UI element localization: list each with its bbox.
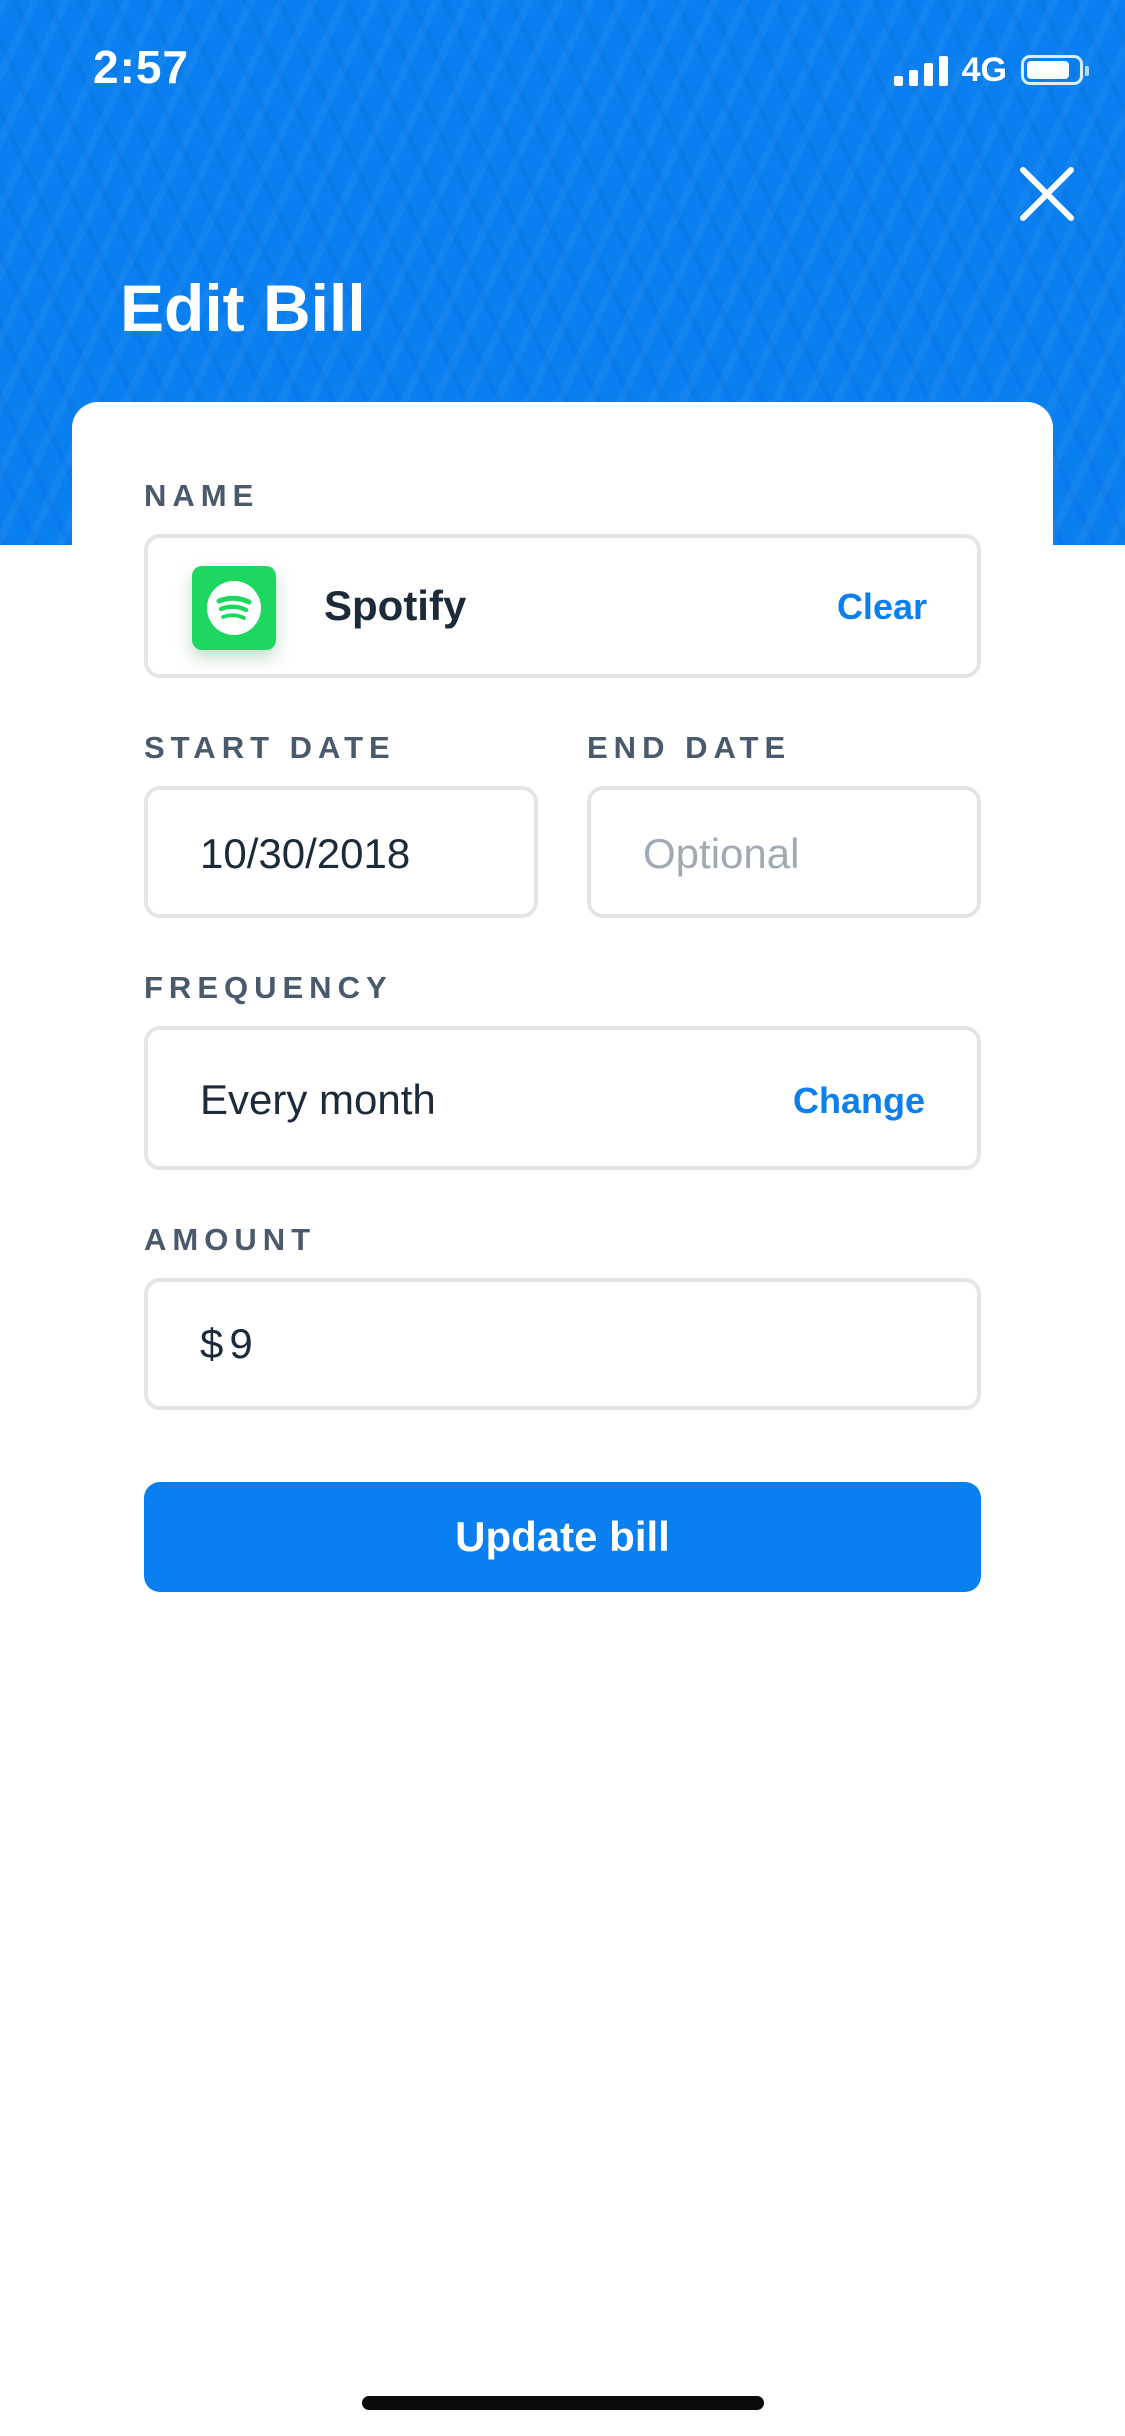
clear-button[interactable]: Clear [837, 586, 927, 628]
change-frequency-button[interactable]: Change [793, 1080, 925, 1122]
status-time: 2:57 [93, 41, 190, 93]
start-date-value: 10/30/2018 [200, 830, 411, 877]
signal-bars-icon [893, 54, 948, 86]
spotify-icon [192, 566, 276, 650]
battery-icon [1021, 55, 1089, 85]
name-label: NAME [144, 478, 260, 513]
close-icon [1020, 167, 1074, 221]
amount-label: AMOUNT [144, 1222, 317, 1257]
name-field[interactable]: Spotify Clear [144, 534, 981, 678]
edit-bill-form: NAME Spotify Clear START DATE 10/30/2018… [72, 402, 1053, 2436]
end-date-field[interactable]: Optional [587, 786, 981, 918]
status-indicators: 4G [893, 50, 1089, 90]
name-value: Spotify [324, 582, 467, 629]
close-button[interactable] [1013, 160, 1081, 228]
amount-field[interactable]: $9 [144, 1278, 981, 1410]
network-type: 4G [961, 50, 1007, 89]
page-title: Edit Bill [120, 271, 366, 345]
currency-symbol: $ [200, 1320, 224, 1367]
frequency-field[interactable]: Every month Change [144, 1026, 981, 1170]
start-date-field[interactable]: 10/30/2018 [144, 786, 538, 918]
end-date-placeholder: Optional [643, 830, 800, 877]
update-bill-button[interactable]: Update bill [144, 1482, 981, 1592]
frequency-label: FREQUENCY [144, 970, 393, 1005]
amount-number: 9 [229, 1320, 253, 1367]
frequency-value: Every month [200, 1076, 436, 1123]
start-date-label: START DATE [144, 730, 396, 765]
amount-value: $9 [200, 1320, 253, 1368]
home-indicator[interactable] [362, 2396, 764, 2410]
end-date-label: END DATE [587, 730, 792, 765]
